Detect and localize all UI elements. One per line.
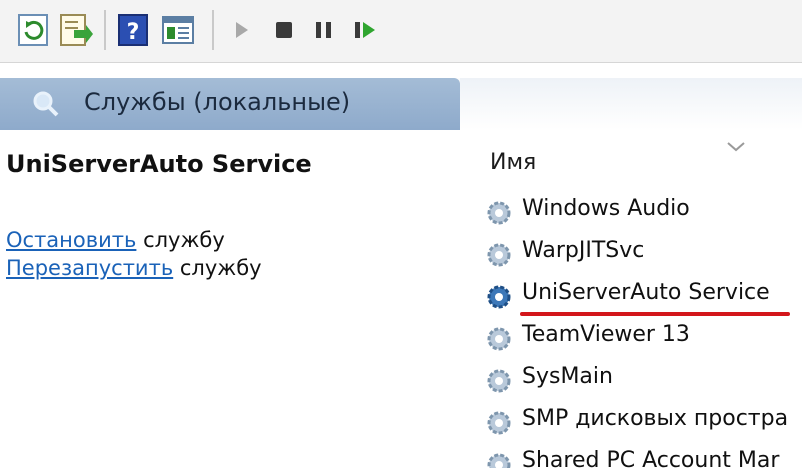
- toolbar-separator: [104, 10, 106, 50]
- service-name: SysMain: [522, 364, 613, 389]
- start-service-icon[interactable]: [224, 12, 260, 48]
- restart-service-line: Перезапустить службу: [6, 256, 262, 280]
- svg-text:?: ?: [127, 20, 140, 45]
- column-header-name[interactable]: Имя: [490, 150, 536, 175]
- stop-service-link[interactable]: Остановить: [6, 228, 136, 252]
- selected-service-title: UniServerAuto Service: [6, 150, 312, 178]
- scope-tab[interactable]: Службы (локальные): [0, 78, 460, 130]
- chevron-down-icon[interactable]: [726, 138, 746, 152]
- refresh-icon[interactable]: [16, 12, 52, 48]
- service-gear-icon: [484, 324, 514, 354]
- service-name: TeamViewer 13: [522, 322, 690, 347]
- header-background: [460, 78, 802, 130]
- list-item[interactable]: Shared PC Account Mar: [484, 444, 802, 468]
- pause-service-icon[interactable]: [306, 12, 342, 48]
- show-hide-console-tree-icon[interactable]: [160, 12, 196, 48]
- export-list-icon[interactable]: [58, 12, 94, 48]
- highlight-underline: [520, 312, 790, 316]
- service-gear-icon: [484, 282, 514, 312]
- service-gear-icon: [484, 198, 514, 228]
- service-name: UniServerAuto Service: [522, 280, 770, 305]
- service-gear-icon: [484, 450, 514, 468]
- restart-service-suffix: службу: [173, 256, 262, 280]
- help-icon[interactable]: ?: [116, 12, 152, 48]
- restart-service-link[interactable]: Перезапустить: [6, 256, 173, 280]
- search-services-icon: [32, 90, 60, 118]
- service-gear-icon: [484, 408, 514, 438]
- service-name: SMP дисковых простра: [522, 406, 789, 431]
- toolbar-separator: [212, 10, 214, 50]
- stop-service-line: Остановить службу: [6, 228, 225, 252]
- list-item-selected[interactable]: UniServerAuto Service: [484, 276, 802, 316]
- resume-service-icon[interactable]: [346, 12, 382, 48]
- service-name: Windows Audio: [522, 196, 690, 221]
- scope-title: Службы (локальные): [84, 88, 351, 116]
- stop-service-icon[interactable]: [266, 12, 302, 48]
- service-gear-icon: [484, 366, 514, 396]
- list-item[interactable]: SysMain: [484, 360, 802, 400]
- list-item[interactable]: WarpJITSvc: [484, 234, 802, 274]
- stop-service-suffix: службу: [136, 228, 225, 252]
- service-gear-icon: [484, 240, 514, 270]
- service-name: Shared PC Account Mar: [522, 448, 780, 468]
- list-item[interactable]: Windows Audio: [484, 192, 802, 232]
- service-name: WarpJITSvc: [522, 238, 645, 263]
- toolbar: ?: [0, 0, 802, 63]
- list-item[interactable]: SMP дисковых простра: [484, 402, 802, 442]
- scope-header: Службы (локальные): [0, 78, 802, 130]
- list-item[interactable]: TeamViewer 13: [484, 318, 802, 358]
